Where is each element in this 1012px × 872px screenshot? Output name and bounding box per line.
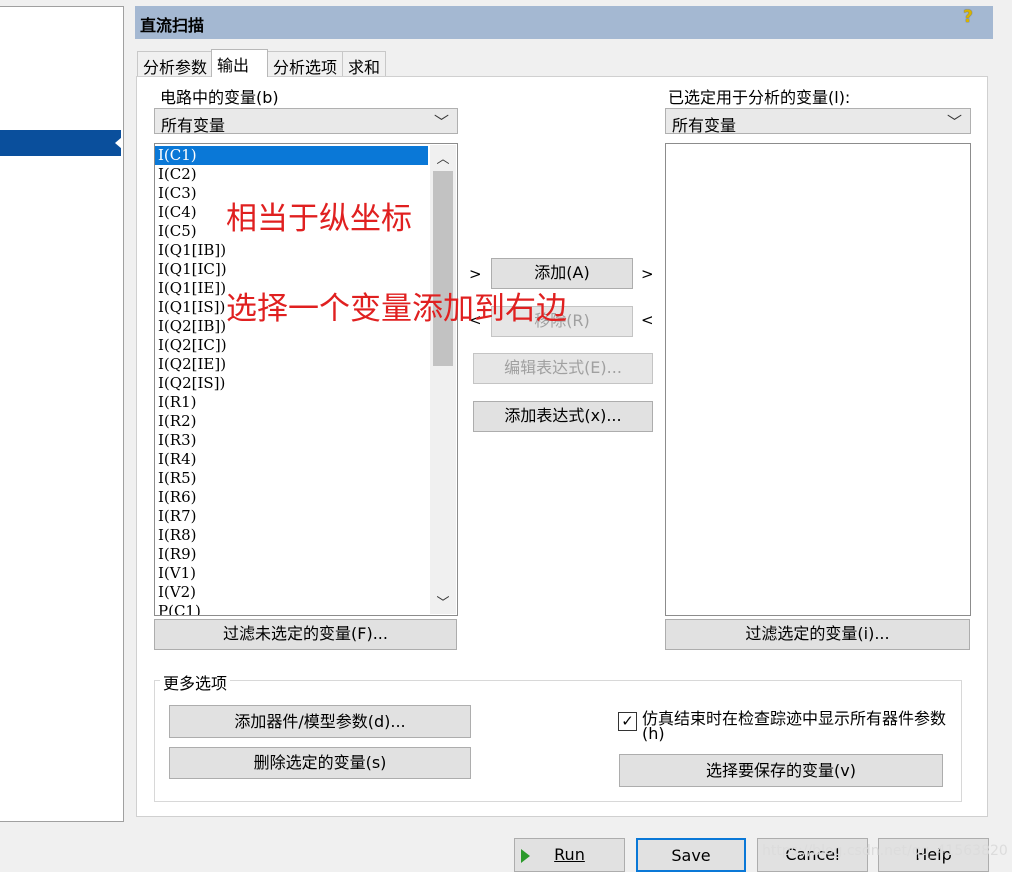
choose-saved-variables-button[interactable]: 选择要保存的变量(v) bbox=[619, 754, 943, 787]
arrow-left-right-glyph: < bbox=[641, 311, 654, 329]
delete-selected-variable-button[interactable]: 删除选定的变量(s) bbox=[169, 747, 471, 779]
variable-list-item[interactable]: I(C1) bbox=[155, 146, 428, 165]
watermark: https://blog.csdn.net/qq_41563820 bbox=[762, 843, 1008, 859]
left-nav-selected-item[interactable] bbox=[0, 130, 121, 156]
variable-list-item[interactable]: I(Q2[IE]) bbox=[155, 355, 457, 374]
variable-list-item[interactable]: I(C2) bbox=[155, 165, 457, 184]
variable-list-item[interactable]: I(Q2[IS]) bbox=[155, 374, 457, 393]
variable-list-item[interactable]: I(R9) bbox=[155, 545, 457, 564]
arrow-right-left-glyph: > bbox=[469, 265, 482, 283]
variable-list-item[interactable]: I(R1) bbox=[155, 393, 457, 412]
variable-list-item[interactable]: I(V2) bbox=[155, 583, 457, 602]
selected-variables-list[interactable] bbox=[665, 143, 971, 616]
run-button[interactable]: Run bbox=[514, 838, 625, 872]
filter-unselected-button[interactable]: 过滤未选定的变量(F)... bbox=[154, 619, 457, 650]
selection-pointer-icon bbox=[115, 137, 122, 149]
play-icon bbox=[521, 849, 530, 863]
circuit-variables-label: 电路中的变量(b) bbox=[160, 88, 279, 107]
show-all-device-params-label: 仿真结束时在检查踪迹中显示所有器件参数 bbox=[642, 709, 947, 728]
selected-variables-filter-select[interactable]: 所有变量 ﹀ bbox=[665, 108, 971, 135]
variable-list-item[interactable]: I(R2) bbox=[155, 412, 457, 431]
variable-list-item[interactable]: I(R4) bbox=[155, 450, 457, 469]
variable-list-item[interactable]: I(R7) bbox=[155, 507, 457, 526]
chevron-down-icon: ﹀ bbox=[946, 113, 962, 131]
save-button[interactable]: Save bbox=[636, 838, 746, 872]
more-options-legend: 更多选项 bbox=[160, 670, 231, 694]
tab-analysis-options[interactable]: 分析选项 bbox=[267, 51, 344, 77]
annotation-select-variable: 选择一个变量添加到右边 bbox=[226, 291, 567, 327]
scrollbar-thumb[interactable] bbox=[433, 171, 453, 366]
variable-list-item[interactable]: I(Q1[IB]) bbox=[155, 241, 457, 260]
variable-list-item[interactable]: I(R6) bbox=[155, 488, 457, 507]
variable-list-item[interactable]: I(V1) bbox=[155, 564, 457, 583]
annotation-y-axis: 相当于纵坐标 bbox=[226, 201, 412, 237]
run-label: Run bbox=[554, 845, 585, 864]
variable-list-item[interactable]: P(C1) bbox=[155, 602, 457, 615]
selected-variables-filter-value: 所有变量 bbox=[672, 116, 737, 135]
dialog-title-bar bbox=[135, 6, 993, 39]
arrow-right-right-glyph: > bbox=[641, 265, 654, 283]
dialog-title: 直流扫描 bbox=[140, 16, 205, 35]
add-device-model-param-button[interactable]: 添加器件/模型参数(d)... bbox=[169, 705, 471, 738]
tab-output[interactable]: 输出 bbox=[211, 49, 268, 77]
variable-list-item[interactable]: I(R8) bbox=[155, 526, 457, 545]
chevron-down-icon: ﹀ bbox=[433, 113, 449, 131]
scroll-up-icon[interactable]: ︿ bbox=[430, 148, 456, 168]
circuit-variables-filter-select[interactable]: 所有变量 ﹀ bbox=[154, 108, 458, 135]
selected-variables-label: 已选定用于分析的变量(l): bbox=[668, 88, 851, 107]
add-expression-button[interactable]: 添加表达式(x)... bbox=[473, 401, 653, 432]
variable-list-item[interactable]: I(Q2[IC]) bbox=[155, 336, 457, 355]
show-all-device-params-label-shortcut: (h) bbox=[642, 724, 665, 743]
filter-selected-button[interactable]: 过滤选定的变量(i)... bbox=[665, 619, 970, 650]
show-all-device-params-checkbox[interactable]: ✓ bbox=[618, 712, 637, 731]
variable-list-item[interactable]: I(Q1[IC]) bbox=[155, 260, 457, 279]
edit-expression-button[interactable]: 编辑表达式(E)... bbox=[473, 353, 653, 384]
left-nav-panel bbox=[0, 6, 124, 822]
variable-list-item[interactable]: I(R5) bbox=[155, 469, 457, 488]
scroll-down-icon[interactable]: ﹀ bbox=[430, 592, 456, 612]
tab-summary[interactable]: 求和 bbox=[342, 51, 387, 77]
help-icon[interactable]: ? bbox=[959, 8, 977, 26]
tab-analysis-params[interactable]: 分析参数 bbox=[137, 51, 214, 77]
circuit-variables-filter-value: 所有变量 bbox=[161, 116, 226, 135]
variable-list-item[interactable]: I(R3) bbox=[155, 431, 457, 450]
